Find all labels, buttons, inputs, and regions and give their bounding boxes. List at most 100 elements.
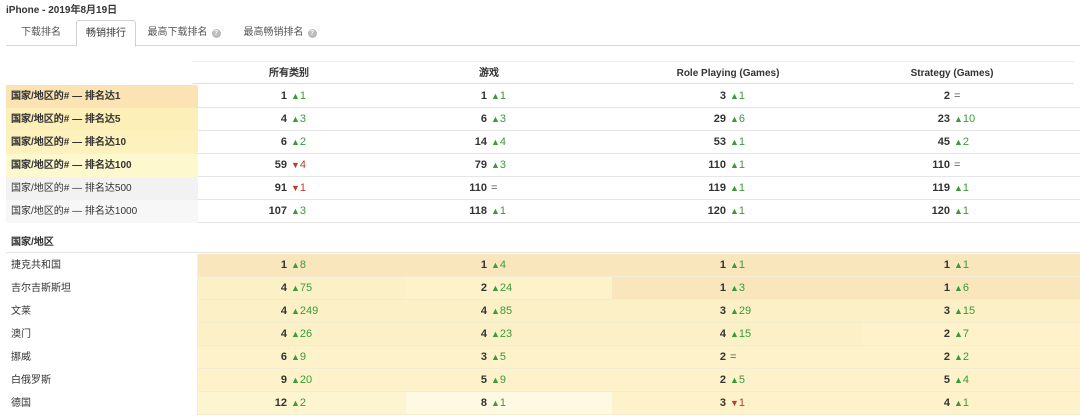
rank-cell[interactable]: 5 ▲9 [435,369,555,392]
tab-4[interactable]: 最高畅销排名? [232,20,328,46]
rank-cell[interactable]: 53 ▲1 [674,131,794,154]
up-arrow-icon: ▲ [491,260,500,270]
rank-change-value: 15 [962,305,976,317]
rank-cell[interactable]: 1 ▲8 [235,254,355,277]
rank-number: 119 [932,182,950,194]
ranking-tabs: 下载排名 畅销排行 最高下载排名? 最高畅销排名? [6,20,1080,47]
rank-cell[interactable]: 2 ▲5 [674,369,794,392]
rank-cell[interactable]: 1 ▲4 [435,254,555,277]
rank-cell[interactable]: 2 = [898,85,1018,108]
help-icon[interactable]: ? [307,29,317,38]
rank-cell[interactable]: 1 ▲1 [674,254,794,277]
country-row[interactable]: 捷克共和国 1 ▲8 1 ▲4 1 ▲1 1 ▲1 [6,254,1080,277]
rank-cell[interactable]: 4 ▲3 [235,108,355,131]
country-row[interactable]: 澳门 4 ▲26 4 ▲23 4 ▲15 2 ▲7 [6,323,1080,346]
rank-cell[interactable]: 45 ▲2 [898,131,1018,154]
rank-cell[interactable]: 9 ▲20 [235,369,355,392]
rank-change: ▲4 [491,254,506,277]
rank-cell[interactable]: 4 ▲1 [898,392,1018,415]
rank-cell[interactable]: 110 = [435,177,555,200]
country-name[interactable]: 捷克共和国 [6,254,198,277]
rank-cell[interactable]: 3 ▲1 [674,85,794,108]
rank-cell[interactable]: 119 ▲1 [674,177,794,200]
rank-cell[interactable]: 29 ▲6 [674,108,794,131]
country-row[interactable]: 德国 12 ▲2 8 ▲1 3 ▼1 4 ▲1 [6,392,1080,415]
rank-cell[interactable]: 1 ▲1 [235,85,355,108]
column-header-1[interactable]: 所有类别 [179,62,399,85]
rank-cell[interactable]: 2 ▲7 [898,323,1018,346]
rank-cell[interactable]: 119 ▲1 [898,177,1018,200]
rank-cell[interactable]: 6 ▲3 [435,108,555,131]
country-row[interactable]: 文莱 4 ▲249 4 ▲85 3 ▲29 3 ▲15 [6,300,1080,323]
rank-cell[interactable]: 4 ▲23 [435,323,555,346]
rank-number: 110 [932,159,950,171]
up-arrow-icon: ▲ [491,329,500,339]
country-name[interactable]: 文莱 [6,300,198,323]
summary-row: 国家/地区的# — 排名达10 6 ▲2 14 ▲4 53 ▲1 45 ▲2 [6,131,1080,154]
rank-cell[interactable]: 59 ▼4 [235,154,355,177]
country-row[interactable]: 吉尔吉斯斯坦 4 ▲75 2 ▲24 1 ▲3 1 ▲6 [6,277,1080,300]
rank-cell[interactable]: 110 ▲1 [674,154,794,177]
rank-change-value: 2 [299,136,307,148]
rank-cell[interactable]: 1 ▲3 [674,277,794,300]
rank-cell[interactable]: 120 ▲1 [898,200,1018,223]
rank-cell[interactable]: 4 ▲75 [235,277,355,300]
rank-change: ▲1 [730,131,745,154]
rank-cell[interactable]: 120 ▲1 [674,200,794,223]
rank-cell[interactable]: 3 ▲15 [898,300,1018,323]
country-name[interactable]: 吉尔吉斯斯坦 [6,277,198,300]
country-name[interactable]: 德国 [6,392,198,415]
rank-number: 4 [943,397,950,409]
help-icon[interactable]: ? [211,29,221,38]
rank-cell[interactable]: 1 ▲6 [898,277,1018,300]
rank-cell[interactable]: 1 ▲1 [898,254,1018,277]
rank-change: ▲4 [954,369,969,392]
rank-cell[interactable]: 4 ▲85 [435,300,555,323]
rank-cell[interactable]: 8 ▲1 [435,392,555,415]
up-arrow-icon: ▲ [954,306,963,316]
rank-cell[interactable]: 6 ▲2 [235,131,355,154]
rank-cell[interactable]: 4 ▲15 [674,323,794,346]
rank-cell[interactable]: 79 ▲3 [435,154,555,177]
country-name[interactable]: 挪威 [6,346,198,369]
rank-number: 110 [469,182,487,194]
rank-cell[interactable]: 3 ▲5 [435,346,555,369]
country-row[interactable]: 白俄罗斯 9 ▲20 5 ▲9 2 ▲5 5 ▲4 [6,369,1080,392]
tab-2[interactable]: 畅销排行 [76,20,136,47]
rank-cell[interactable]: 2 ▲2 [898,346,1018,369]
rank-change: ▲10 [954,108,975,131]
rank-cell[interactable]: 118 ▲1 [435,200,555,223]
rank-cell[interactable]: 4 ▲26 [235,323,355,346]
rank-cell[interactable]: 12 ▲2 [235,392,355,415]
rank-cell[interactable]: 2 ▲24 [435,277,555,300]
rank-number: 6 [280,351,287,363]
rank-number: 3 [943,305,950,317]
rank-cell[interactable]: 5 ▲4 [898,369,1018,392]
tab-label: 最高畅销排名 [243,27,304,38]
country-row[interactable]: 挪威 6 ▲9 3 ▲5 2 = 2 ▲2 [6,346,1080,369]
country-name[interactable]: 澳门 [6,323,198,346]
rank-change: ▲2 [954,346,969,369]
rank-cell[interactable]: 4 ▲249 [235,300,355,323]
rank-cell[interactable]: 14 ▲4 [435,131,555,154]
rank-change: ▲15 [954,300,975,323]
rank-cell[interactable]: 3 ▼1 [674,392,794,415]
rank-cell[interactable]: 1 ▲1 [435,85,555,108]
tab-3[interactable]: 最高下载排名? [136,20,232,46]
rank-cell[interactable]: 23 ▲10 [898,108,1018,131]
rank-cell[interactable]: 6 ▲9 [235,346,355,369]
column-header-2[interactable]: 游戏 [379,62,599,85]
rank-number: 2 [943,328,950,340]
rank-change: ▲2 [291,392,306,415]
rank-cell[interactable]: 3 ▲29 [674,300,794,323]
rank-cell[interactable]: 91 ▼1 [235,177,355,200]
column-header-4[interactable]: Strategy (Games) [842,62,1062,85]
column-header-3[interactable]: Role Playing (Games) [618,62,838,85]
rank-cell[interactable]: 2 = [674,346,794,369]
tab-1[interactable]: 下载排名 [6,20,76,46]
rank-change: ▲1 [954,200,969,223]
rank-cell[interactable]: 110 = [898,154,1018,177]
rank-cell[interactable]: 107 ▲3 [235,200,355,223]
country-name[interactable]: 白俄罗斯 [6,369,198,392]
rank-change: = [730,351,737,363]
